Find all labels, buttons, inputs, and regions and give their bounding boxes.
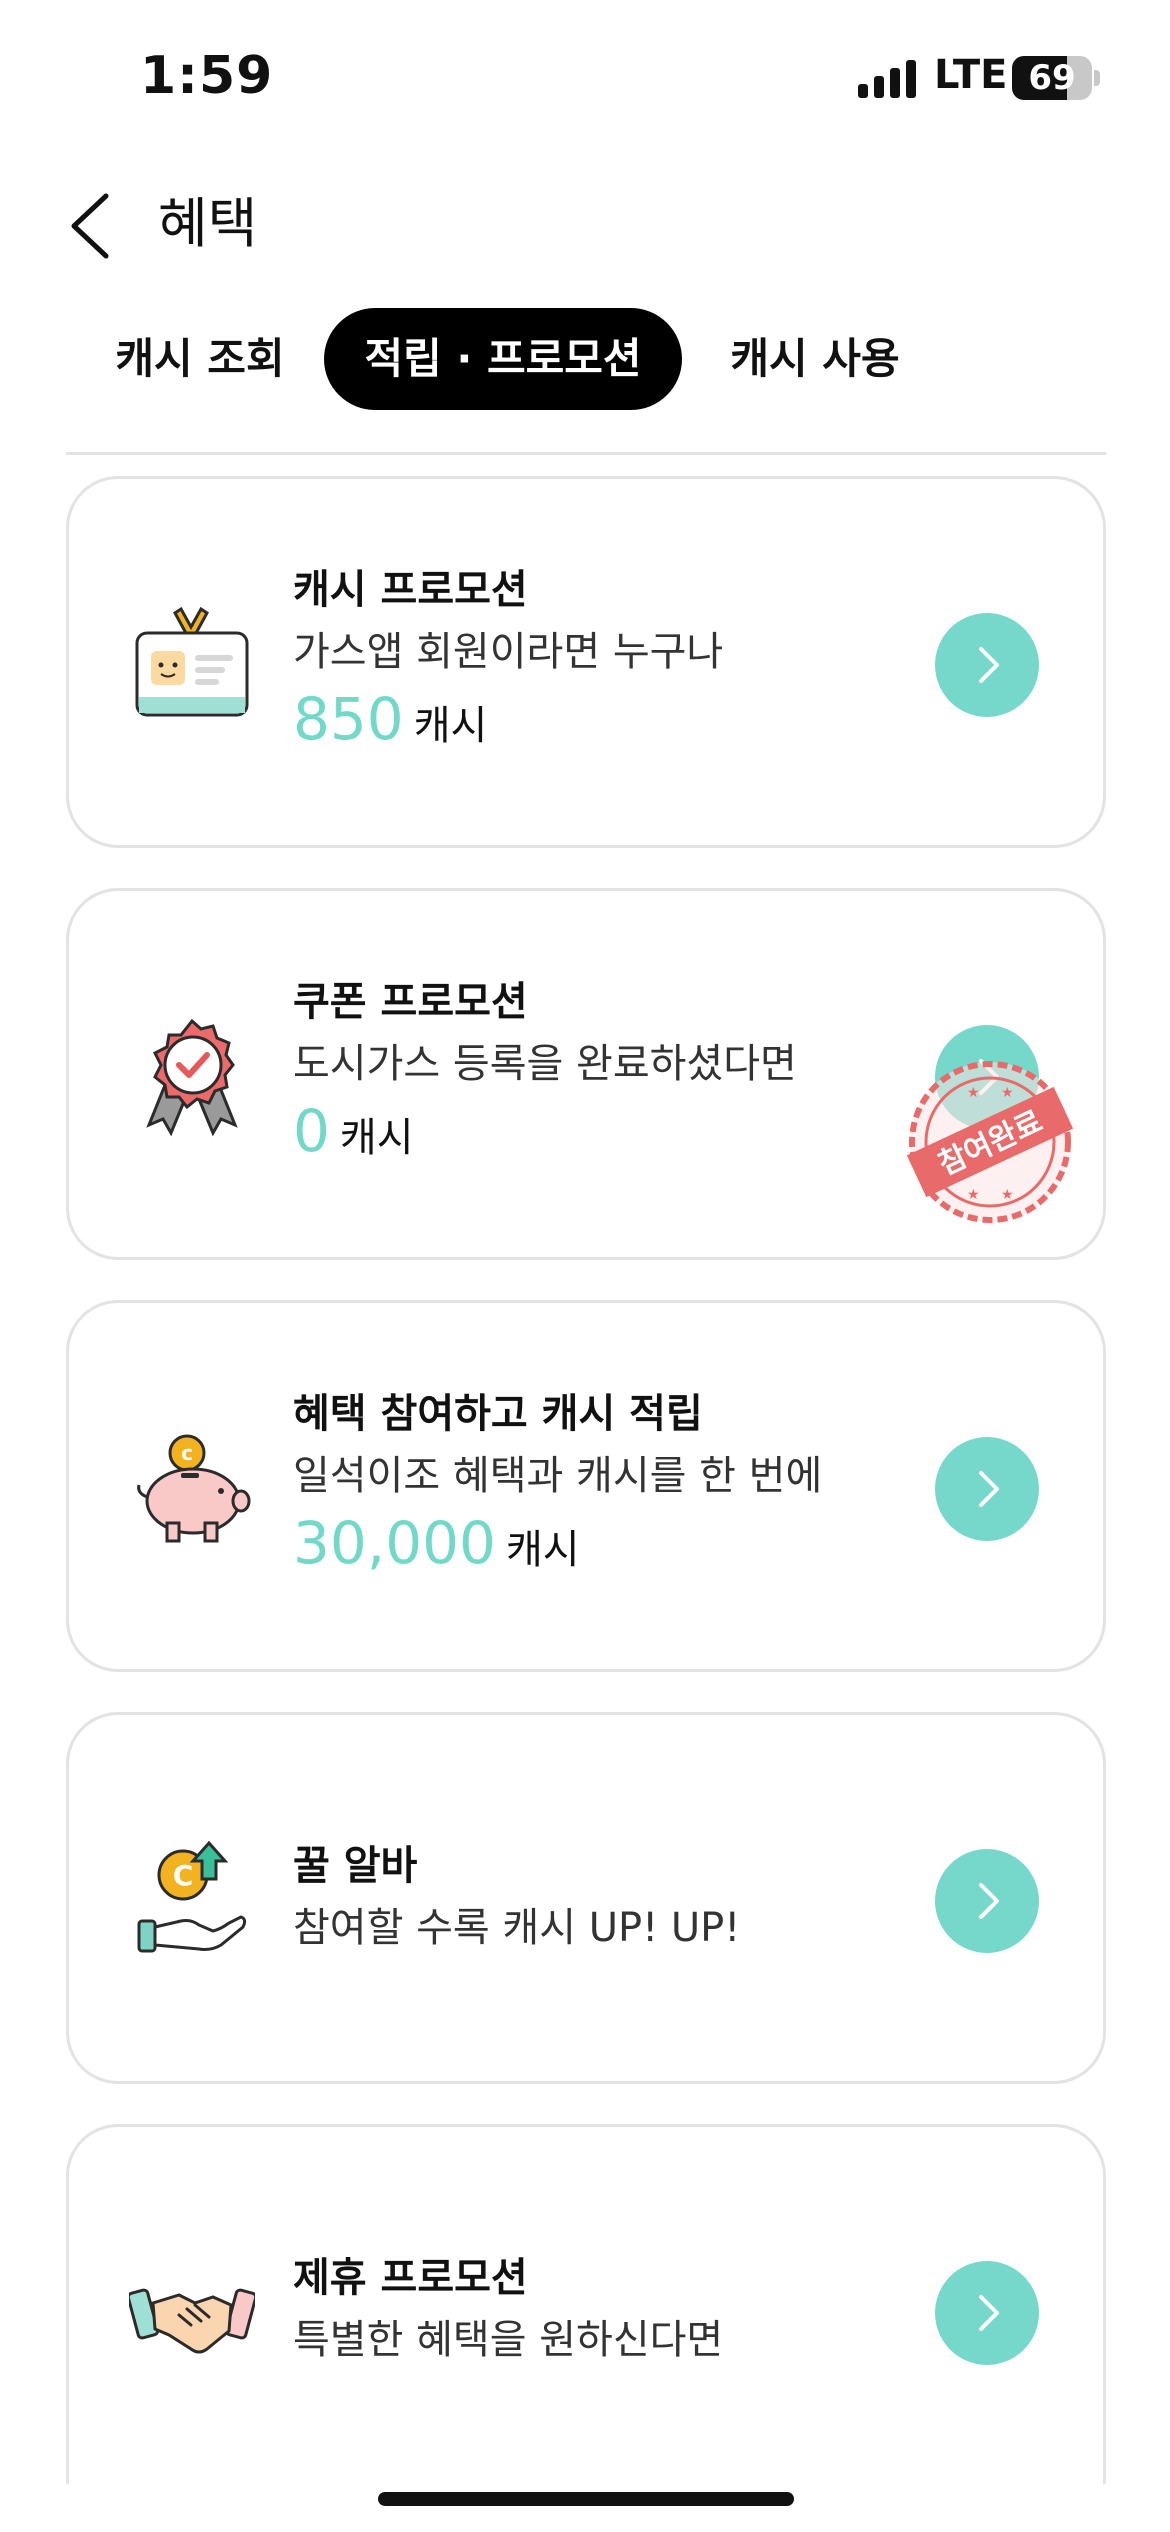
card-description: 가스앱 회원이라면 누구나 <box>293 629 724 675</box>
piggy-bank-icon: c <box>129 1427 255 1553</box>
card-description: 일석이조 혜택과 캐시를 한 번에 <box>293 1453 823 1499</box>
tab-cash-inquiry[interactable]: 캐시 조회 <box>100 308 300 410</box>
cash-unit: 캐시 <box>505 1527 580 1573</box>
card-description: 참여할 수록 캐시 UP! UP! <box>293 1905 741 1951</box>
svg-text:★: ★ <box>967 1187 980 1203</box>
handshake-icon <box>126 2251 258 2377</box>
tab-cash-use[interactable]: 캐시 사용 <box>708 308 922 410</box>
card-title: 쿠폰 프로모션 <box>293 979 528 1025</box>
cash-amount: 0 <box>293 1097 330 1165</box>
arrow-button[interactable] <box>935 2261 1039 2365</box>
card-partner-promotion[interactable]: 제휴 프로모션 특별한 혜택을 원하신다면 <box>66 2124 1106 2484</box>
page-title: 혜택 <box>158 192 258 255</box>
card-coupon-promotion[interactable]: 쿠폰 프로모션 도시가스 등록을 완료하셨다면 0 캐시 참여완료 ★ ★ ★ … <box>66 888 1106 1260</box>
card-amount: 850 캐시 <box>293 685 487 753</box>
award-badge-icon <box>129 1015 255 1141</box>
svg-text:★: ★ <box>1001 1187 1014 1203</box>
arrow-button[interactable] <box>935 613 1039 717</box>
card-title: 캐시 프로모션 <box>293 567 528 613</box>
svg-text:★: ★ <box>967 1085 980 1101</box>
arrow-button[interactable] <box>935 1849 1039 1953</box>
cash-unit: 캐시 <box>339 1115 414 1161</box>
card-amount: 0 캐시 <box>293 1097 414 1165</box>
tab-earn-promotion[interactable]: 적립 · 프로모션 <box>324 308 682 410</box>
chevron-right-icon <box>979 2295 999 2331</box>
hand-coin-icon: C <box>129 1839 255 1965</box>
card-title: 꿀 알바 <box>293 1843 418 1889</box>
chevron-right-icon <box>979 1883 999 1919</box>
card-title: 제휴 프로모션 <box>293 2255 528 2301</box>
network-label: LTE <box>934 52 1008 98</box>
card-title: 혜택 참여하고 캐시 적립 <box>293 1391 703 1437</box>
status-bar: 1:59 LTE 69 <box>0 0 1170 150</box>
card-amount: 30,000 캐시 <box>293 1509 580 1577</box>
participation-complete-stamp: 참여완료 ★ ★ ★ ★ <box>905 1057 1075 1227</box>
card-benefit-participation[interactable]: c 혜택 참여하고 캐시 적립 일석이조 혜택과 캐시를 한 번에 30,000… <box>66 1300 1106 1672</box>
header: 혜택 <box>0 170 1170 280</box>
back-chevron-icon[interactable] <box>62 188 122 264</box>
card-cash-promotion[interactable]: 캐시 프로모션 가스앱 회원이라면 누구나 850 캐시 <box>66 476 1106 848</box>
cash-amount: 850 <box>293 685 404 753</box>
tab-divider <box>66 452 1106 455</box>
tab-bar: 캐시 조회 적립 · 프로모션 캐시 사용 <box>0 308 1170 412</box>
signal-icon <box>858 60 918 98</box>
svg-text:C: C <box>173 1859 194 1892</box>
cash-amount: 30,000 <box>293 1509 496 1577</box>
home-indicator <box>378 2492 794 2506</box>
card-honey-job[interactable]: C 꿀 알바 참여할 수록 캐시 UP! UP! <box>66 1712 1106 2084</box>
battery-icon: 69 <box>1012 56 1092 100</box>
cash-unit: 캐시 <box>413 703 488 749</box>
card-description: 도시가스 등록을 완료하셨다면 <box>293 1041 797 1087</box>
svg-text:★: ★ <box>1001 1085 1014 1101</box>
status-time: 1:59 <box>140 46 274 106</box>
id-card-icon <box>129 603 255 729</box>
svg-text:c: c <box>181 1441 193 1465</box>
battery-tip <box>1094 70 1100 86</box>
battery-level: 69 <box>1028 58 1076 98</box>
card-description: 특별한 혜택을 원하신다면 <box>293 2317 724 2363</box>
arrow-button[interactable] <box>935 1437 1039 1541</box>
chevron-right-icon <box>979 647 999 683</box>
chevron-right-icon <box>979 1471 999 1507</box>
